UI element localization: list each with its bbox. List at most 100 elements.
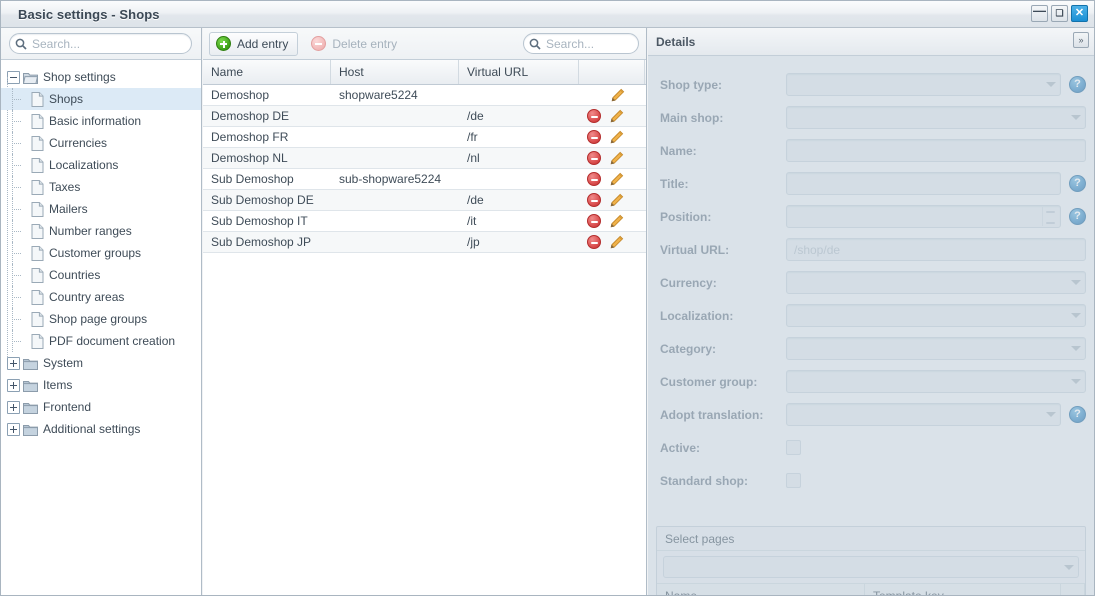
- table-row[interactable]: Sub Demoshop IT/it: [203, 211, 646, 232]
- delete-entry-button[interactable]: Delete entry: [304, 32, 407, 56]
- sidebar-item-taxes[interactable]: Taxes: [1, 176, 201, 198]
- help-icon-title[interactable]: ?: [1069, 175, 1086, 192]
- field-input-name[interactable]: [786, 139, 1086, 162]
- grid-body: Demoshop shopware5224 Demoshop DE/de Demosh…: [203, 85, 646, 253]
- field-input-position[interactable]: [786, 205, 1061, 228]
- sidebar-search-input[interactable]: [32, 36, 182, 51]
- field-input-category[interactable]: [786, 337, 1086, 360]
- help-icon-position[interactable]: ?: [1069, 208, 1086, 225]
- table-row[interactable]: Demoshop DE/de: [203, 106, 646, 127]
- delete-row-icon[interactable]: [587, 235, 601, 249]
- delete-row-icon[interactable]: [587, 172, 601, 186]
- field-input-main-shop[interactable]: [786, 106, 1086, 129]
- edit-row-icon[interactable]: [609, 214, 624, 229]
- edit-row-icon[interactable]: [609, 109, 624, 124]
- cell-virtual-url: /nl: [467, 151, 480, 165]
- table-row[interactable]: Demoshop NL/nl: [203, 148, 646, 169]
- help-icon-adopt-translation[interactable]: ?: [1069, 406, 1086, 423]
- field-input-currency[interactable]: [786, 271, 1086, 294]
- field-row-customer-group: Customer group:: [656, 365, 1086, 398]
- chevron-down-icon: [1064, 565, 1074, 570]
- tree-siblings: System Items Frontend Additional settings: [1, 352, 201, 440]
- spinner-buttons[interactable]: [1042, 207, 1058, 226]
- expand-expander-icon[interactable]: [7, 356, 20, 370]
- grid-search-field[interactable]: [523, 33, 639, 54]
- sidebar-item-pdf-document-creation[interactable]: PDF document creation: [1, 330, 201, 352]
- delete-row-icon[interactable]: [587, 130, 601, 144]
- file-icon: [31, 333, 44, 349]
- field-row-standard-shop: Standard shop:: [656, 464, 1086, 497]
- grid-search-input[interactable]: [546, 36, 632, 51]
- file-icon: [31, 135, 44, 151]
- expand-expander-icon[interactable]: [7, 400, 20, 414]
- sidebar-item-frontend[interactable]: Frontend: [1, 396, 201, 418]
- close-button[interactable]: ✕: [1071, 5, 1088, 22]
- table-row[interactable]: Demoshop shopware5224: [203, 85, 646, 106]
- checkbox-active[interactable]: [786, 440, 801, 455]
- field-input-title[interactable]: [786, 172, 1061, 195]
- edit-row-icon[interactable]: [609, 130, 624, 145]
- grid-header-actions: [579, 60, 645, 84]
- sidebar-item-system[interactable]: System: [1, 352, 201, 374]
- field-input-localization[interactable]: [786, 304, 1086, 327]
- sidebar-item-customer-groups[interactable]: Customer groups: [1, 242, 201, 264]
- sidebar-item-mailers[interactable]: Mailers: [1, 198, 201, 220]
- maximize-button[interactable]: ❑: [1051, 5, 1068, 22]
- field-label-virtual-url: Virtual URL:: [660, 242, 730, 257]
- checkbox-standard-shop[interactable]: [786, 473, 801, 488]
- add-entry-button[interactable]: Add entry: [209, 31, 299, 56]
- chevron-double-right-icon[interactable]: »: [1073, 32, 1089, 48]
- edit-row-icon[interactable]: [610, 88, 625, 103]
- delete-row-icon[interactable]: [587, 193, 601, 207]
- collapse-expander-icon[interactable]: [7, 70, 20, 84]
- edit-row-icon[interactable]: [609, 151, 624, 166]
- cell-actions: [579, 151, 645, 166]
- tree-guide-connector: [7, 242, 31, 264]
- sidebar-item-label: Shop page groups: [49, 312, 148, 326]
- sidebar-item-country-areas[interactable]: Country areas: [1, 286, 201, 308]
- delete-row-icon[interactable]: [587, 151, 601, 165]
- field-input-customer-group[interactable]: [786, 370, 1086, 393]
- sidebar-item-currencies[interactable]: Currencies: [1, 132, 201, 154]
- tree-guide-connector: [7, 330, 31, 352]
- table-row[interactable]: Demoshop FR/fr: [203, 127, 646, 148]
- sidebar-item-additional-settings[interactable]: Additional settings: [1, 418, 201, 440]
- select-pages-combo[interactable]: [663, 556, 1079, 578]
- edit-row-icon[interactable]: [609, 235, 624, 250]
- tree-guide-connector: [7, 176, 31, 198]
- spinner-up-icon: [1043, 207, 1058, 215]
- table-row[interactable]: Sub Demoshop DE/de: [203, 190, 646, 211]
- expand-expander-icon[interactable]: [7, 378, 20, 392]
- grid-header-host[interactable]: Host: [331, 60, 459, 84]
- field-input-adopt-translation[interactable]: [786, 403, 1061, 426]
- sidebar-item-label: Mailers: [49, 202, 88, 216]
- help-icon-shop-type[interactable]: ?: [1069, 76, 1086, 93]
- tree-node-label: Shop settings: [43, 70, 116, 84]
- minimize-button[interactable]: —: [1031, 4, 1048, 22]
- edit-row-icon[interactable]: [609, 172, 624, 187]
- grid-header-name[interactable]: Name: [203, 60, 331, 84]
- field-label-currency: Currency:: [660, 275, 717, 290]
- sidebar-item-countries[interactable]: Countries: [1, 264, 201, 286]
- sidebar-item-number-ranges[interactable]: Number ranges: [1, 220, 201, 242]
- grid-search-wrap: [523, 33, 639, 54]
- grid-header-virtual-url[interactable]: Virtual URL: [459, 60, 579, 84]
- file-icon: [31, 311, 44, 327]
- table-row[interactable]: Sub Demoshop sub-shopware5224: [203, 169, 646, 190]
- table-row[interactable]: Sub Demoshop JP/jp: [203, 232, 646, 253]
- details-body: Shop type:? Main shop: Name: Title:? Positio…: [648, 56, 1094, 595]
- tree-node-shop-settings[interactable]: Shop settings: [1, 66, 201, 88]
- delete-row-icon[interactable]: [587, 214, 601, 228]
- expand-expander-icon[interactable]: [7, 422, 20, 436]
- field-input-virtual-url[interactable]: /shop/de: [786, 238, 1086, 261]
- sidebar-item-basic-information[interactable]: Basic information: [1, 110, 201, 132]
- sidebar-item-items[interactable]: Items: [1, 374, 201, 396]
- edit-row-icon[interactable]: [609, 193, 624, 208]
- minus-circle-icon: [311, 36, 327, 51]
- delete-row-icon[interactable]: [587, 109, 601, 123]
- field-input-shop-type[interactable]: [786, 73, 1061, 96]
- sidebar-item-shop-page-groups[interactable]: Shop page groups: [1, 308, 201, 330]
- sidebar-search-field[interactable]: [9, 33, 192, 54]
- sidebar-item-localizations[interactable]: Localizations: [1, 154, 201, 176]
- sidebar-item-shops[interactable]: Shops: [1, 88, 201, 110]
